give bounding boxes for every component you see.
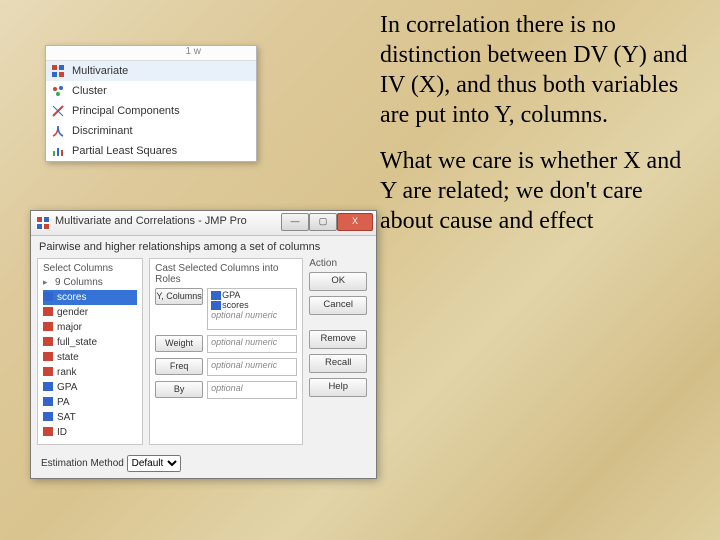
menu-item-cluster[interactable]: Cluster: [46, 81, 256, 101]
by-button[interactable]: By: [155, 381, 203, 398]
select-columns-label: Select Columns: [43, 263, 137, 274]
select-columns-panel: Select Columns 9 Columns scoresgendermaj…: [37, 258, 143, 445]
close-button[interactable]: X: [337, 213, 373, 231]
cast-label: Cast Selected Columns into Roles: [155, 263, 297, 285]
grid-icon: [52, 65, 64, 77]
remove-button[interactable]: Remove: [309, 330, 367, 349]
paragraph-1: In correlation there is no distinction b…: [380, 10, 690, 130]
menu-label: Partial Least Squares: [72, 145, 177, 157]
ok-button[interactable]: OK: [309, 272, 367, 291]
estimation-label: Estimation Method: [41, 458, 124, 469]
pc-icon: [52, 105, 64, 117]
recall-button[interactable]: Recall: [309, 354, 367, 373]
menu-header-row: [46, 46, 256, 61]
column-count-toggle[interactable]: 9 Columns: [43, 277, 137, 288]
action-label: Action: [309, 258, 370, 269]
menu-label: Discriminant: [72, 125, 133, 137]
nominal-icon: [43, 337, 53, 346]
column-gender[interactable]: gender: [43, 305, 137, 320]
column-rank[interactable]: rank: [43, 365, 137, 380]
nominal-icon: [43, 322, 53, 331]
minimize-button[interactable]: —: [281, 213, 309, 231]
discriminant-icon: [52, 125, 64, 137]
window-title: Multivariate and Correlations - JMP Pro: [55, 215, 247, 227]
estimation-row: Estimation Method Default: [31, 451, 376, 478]
column-SAT[interactable]: SAT: [43, 410, 137, 425]
action-panel: Action OK Cancel Remove Recall Help: [309, 258, 370, 445]
nominal-icon: [43, 367, 53, 376]
dialog-subtitle: Pairwise and higher relationships among …: [31, 236, 376, 258]
maximize-button[interactable]: ▢: [309, 213, 337, 231]
column-GPA[interactable]: GPA: [43, 380, 137, 395]
continuous-icon: [43, 397, 53, 406]
cluster-icon: [52, 85, 64, 97]
menu-item-partial-least-squares[interactable]: Partial Least Squares: [46, 141, 256, 161]
column-major[interactable]: major: [43, 320, 137, 335]
y-columns-button[interactable]: Y, Columns: [155, 288, 203, 305]
column-scores[interactable]: scores: [43, 290, 137, 305]
help-button[interactable]: Help: [309, 378, 367, 397]
menu-label: Principal Components: [72, 105, 180, 117]
column-ID[interactable]: ID: [43, 425, 137, 440]
cast-roles-panel: Cast Selected Columns into Roles Y, Colu…: [149, 258, 303, 445]
weight-button[interactable]: Weight: [155, 335, 203, 352]
explanation-text: In correlation there is no distinction b…: [380, 10, 690, 252]
app-icon: [36, 216, 50, 230]
cancel-button[interactable]: Cancel: [309, 296, 367, 315]
estimation-select[interactable]: Default: [127, 455, 181, 472]
weight-box[interactable]: optional numeric: [207, 335, 297, 353]
menu-item-multivariate[interactable]: Multivariate: [46, 61, 256, 81]
continuous-icon: [43, 382, 53, 391]
nominal-icon: [43, 307, 53, 316]
columns-list[interactable]: scoresgendermajorfull_statestaterankGPAP…: [43, 290, 137, 440]
y-columns-box[interactable]: GPA scores optional numeric: [207, 288, 297, 330]
column-PA[interactable]: PA: [43, 395, 137, 410]
continuous-icon: [43, 412, 53, 421]
by-box[interactable]: optional: [207, 381, 297, 399]
nominal-icon: [43, 352, 53, 361]
menu-item-principal-components[interactable]: Principal Components: [46, 101, 256, 121]
multivariate-dialog: Multivariate and Correlations - JMP Pro …: [30, 210, 377, 479]
titlebar: Multivariate and Correlations - JMP Pro …: [31, 211, 376, 236]
column-full_state[interactable]: full_state: [43, 335, 137, 350]
y-value-1: scores: [222, 300, 249, 310]
pls-icon: [52, 145, 64, 157]
menu-label: Multivariate: [72, 65, 128, 77]
paragraph-2: What we care is whether X and Y are rela…: [380, 146, 690, 236]
menu-label: Cluster: [72, 85, 107, 97]
column-state[interactable]: state: [43, 350, 137, 365]
y-value-0: GPA: [222, 290, 240, 300]
freq-button[interactable]: Freq: [155, 358, 203, 375]
nominal-icon: [43, 427, 53, 436]
y-hint: optional numeric: [211, 310, 293, 320]
continuous-icon: [43, 292, 53, 301]
analyze-submenu: Multivariate Cluster Principal Component…: [45, 45, 257, 162]
freq-box[interactable]: optional numeric: [207, 358, 297, 376]
menu-item-discriminant[interactable]: Discriminant: [46, 121, 256, 141]
